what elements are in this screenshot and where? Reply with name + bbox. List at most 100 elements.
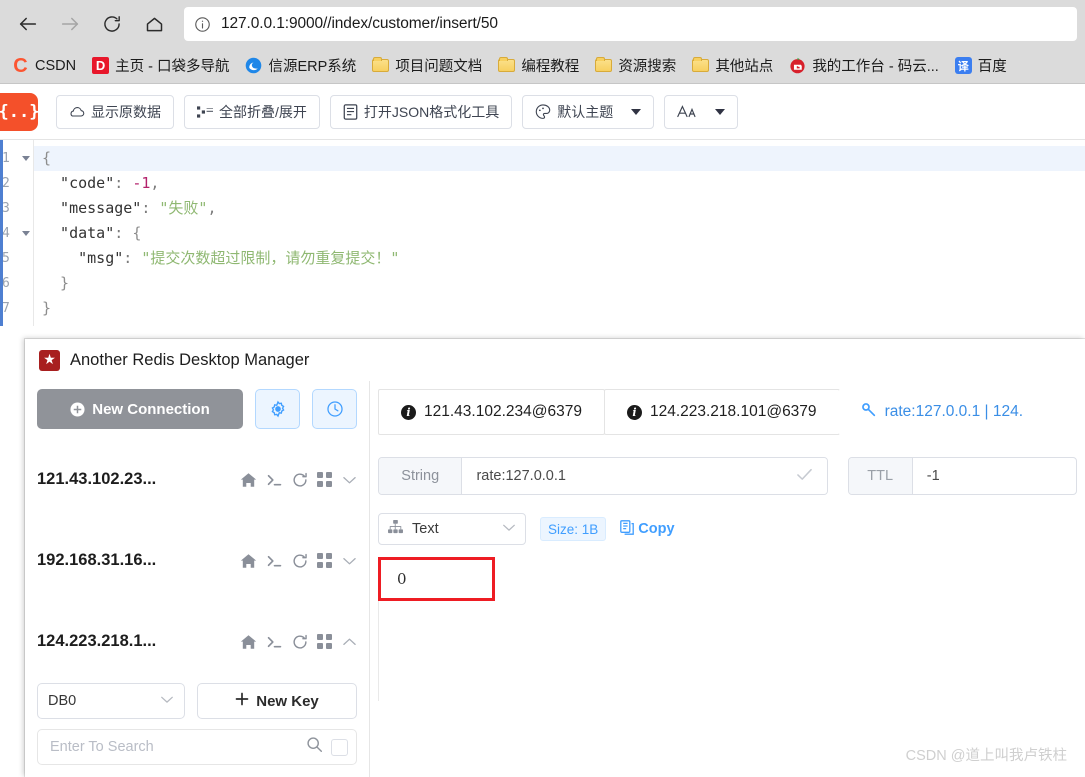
fold-toggle-icon[interactable] — [22, 156, 30, 161]
json-line-1: { — [34, 146, 1085, 171]
open-json-formatter-button[interactable]: 打开JSON格式化工具 — [329, 94, 513, 129]
grid-icon[interactable] — [317, 553, 333, 568]
connection-item-icons — [240, 634, 357, 650]
back-button[interactable] — [8, 4, 48, 44]
exact-match-checkbox[interactable] — [331, 738, 348, 756]
new-connection-button[interactable]: New Connection — [37, 389, 243, 429]
show-raw-data-label: 显示原数据 — [91, 103, 161, 120]
bookmark-folder-programming[interactable]: 编程教程 — [490, 52, 587, 79]
grid-icon[interactable] — [317, 634, 333, 649]
value-input[interactable]: 0 — [378, 557, 495, 601]
tab-124-223-218-101[interactable]: i 124.223.218.101@6379 — [603, 389, 840, 435]
json-line-5: "msg": "提交次数超过限制，请勿重复提交！" — [42, 249, 400, 267]
gutter-line: 7 — [0, 296, 33, 321]
check-icon[interactable] — [796, 467, 813, 486]
home-icon[interactable] — [240, 472, 257, 488]
ttl-value[interactable]: -1 — [913, 458, 1076, 494]
json-line-2: "code": -1, — [42, 174, 160, 192]
bookmark-gitee[interactable]: 我的工作台 - 码云... — [781, 52, 946, 79]
json-logo: {..} — [0, 92, 39, 131]
tab-121-43-102-234[interactable]: i 121.43.102.234@6379 — [378, 389, 605, 435]
history-button[interactable] — [312, 389, 357, 429]
reload-button[interactable] — [92, 4, 132, 44]
home-icon[interactable] — [240, 553, 257, 569]
refresh-icon[interactable] — [292, 634, 308, 650]
fold-toggle-icon[interactable] — [22, 231, 30, 236]
bookmark-folder-project-docs[interactable]: 项目问题文档 — [364, 52, 490, 79]
gutter-line: 5 — [0, 246, 33, 271]
chevron-down-icon — [631, 108, 642, 115]
new-key-button[interactable]: New Key — [197, 683, 357, 719]
ardm-body: New Connection 121.43.102.23... 192.168.… — [25, 381, 1085, 777]
font-size-select[interactable] — [664, 94, 739, 129]
value-editor-rest[interactable] — [378, 601, 1077, 701]
bookmark-label: 资源搜索 — [618, 59, 677, 75]
connection-actions-row: New Connection — [37, 381, 357, 439]
grid-icon[interactable] — [317, 472, 333, 487]
new-key-label: New Key — [256, 692, 319, 710]
bookmark-folder-resources[interactable]: 资源搜索 — [587, 52, 684, 79]
bookmark-baidu-translate[interactable]: 译 百度 — [947, 52, 1015, 79]
terminal-icon[interactable] — [266, 634, 283, 650]
key-type-label: String — [379, 458, 463, 494]
connection-item-icons — [240, 553, 357, 569]
bookmark-erp[interactable]: 信源ERP系统 — [237, 52, 364, 79]
terminal-icon[interactable] — [266, 472, 283, 488]
chevron-down-icon[interactable] — [342, 474, 357, 486]
connection-name: 192.168.31.16... — [37, 551, 157, 569]
connection-item[interactable]: 121.43.102.23... — [37, 439, 357, 520]
home-icon[interactable] — [240, 634, 257, 650]
database-select-value: DB0 — [48, 693, 77, 709]
refresh-icon[interactable] — [292, 472, 308, 488]
database-select[interactable]: DB0 — [37, 683, 185, 719]
open-json-formatter-label: 打开JSON格式化工具 — [363, 103, 500, 120]
search-icon[interactable] — [306, 736, 323, 758]
json-content-area: 1 2 3 4 5 6 7 { "code": -1, "message": "… — [0, 140, 1085, 326]
clock-icon — [326, 401, 343, 417]
collapse-expand-all-button[interactable]: 全部折叠/展开 — [184, 94, 320, 129]
chevron-down-icon — [160, 693, 174, 709]
theme-select-label: 默认主题 — [557, 103, 614, 120]
key-search-input[interactable] — [50, 739, 298, 755]
terminal-icon[interactable] — [266, 553, 283, 569]
format-select-value: Text — [412, 521, 439, 537]
forward-button[interactable] — [50, 4, 90, 44]
copy-button[interactable]: Copy — [620, 519, 675, 539]
folder-icon — [372, 57, 390, 74]
refresh-icon[interactable] — [292, 553, 308, 569]
site-info-icon[interactable] — [194, 16, 211, 33]
connection-item[interactable]: 192.168.31.16... — [37, 520, 357, 601]
connection-item[interactable]: 124.223.218.1... — [37, 601, 357, 682]
collapse-expand-all-label: 全部折叠/展开 — [219, 103, 307, 120]
bookmark-label: 百度 — [977, 59, 1007, 75]
tab-label: rate:127.0.0.1 | 124. — [884, 403, 1024, 420]
database-row: DB0 New Key — [37, 683, 357, 729]
line-number-gutter: 1 2 3 4 5 6 7 — [0, 140, 34, 326]
address-bar-text: 127.0.0.1:9000//index/customer/insert/50 — [221, 15, 498, 32]
tab-rate-key[interactable]: rate:127.0.0.1 | 124. — [838, 389, 1046, 435]
plus-icon — [235, 692, 249, 710]
format-select[interactable]: Text — [378, 513, 526, 545]
browser-chrome: 127.0.0.1:9000//index/customer/insert/50… — [0, 0, 1085, 84]
address-bar[interactable]: 127.0.0.1:9000//index/customer/insert/50 — [184, 7, 1077, 41]
json-line-3: "message": "失败", — [42, 199, 217, 217]
bookmark-csdn[interactable]: C CSDN — [4, 54, 84, 77]
key-name-input[interactable]: rate:127.0.0.1 — [462, 458, 827, 494]
bookmark-folder-other-sites[interactable]: 其他站点 — [684, 52, 781, 79]
ardm-titlebar: ★ Another Redis Desktop Manager — [25, 339, 1085, 381]
home-button[interactable] — [134, 4, 174, 44]
bookmark-label: 项目问题文档 — [395, 59, 483, 75]
chevron-down-icon[interactable] — [342, 555, 357, 567]
json-code[interactable]: { "code": -1, "message": "失败", "data": {… — [34, 140, 1085, 326]
chevron-up-icon[interactable] — [342, 636, 357, 648]
key-search-row — [37, 729, 357, 765]
settings-button[interactable] — [255, 389, 300, 429]
bookmark-homepage[interactable]: D 主页 - 口袋多导航 — [84, 52, 237, 79]
bookmark-label: 信源ERP系统 — [268, 59, 357, 75]
bookmark-label: 主页 - 口袋多导航 — [115, 59, 230, 75]
chevron-down-icon — [502, 521, 516, 537]
collapse-icon — [197, 105, 213, 119]
theme-select[interactable]: 默认主题 — [522, 94, 655, 129]
show-raw-data-button[interactable]: 显示原数据 — [56, 94, 174, 129]
line-number: 1 — [2, 151, 10, 166]
